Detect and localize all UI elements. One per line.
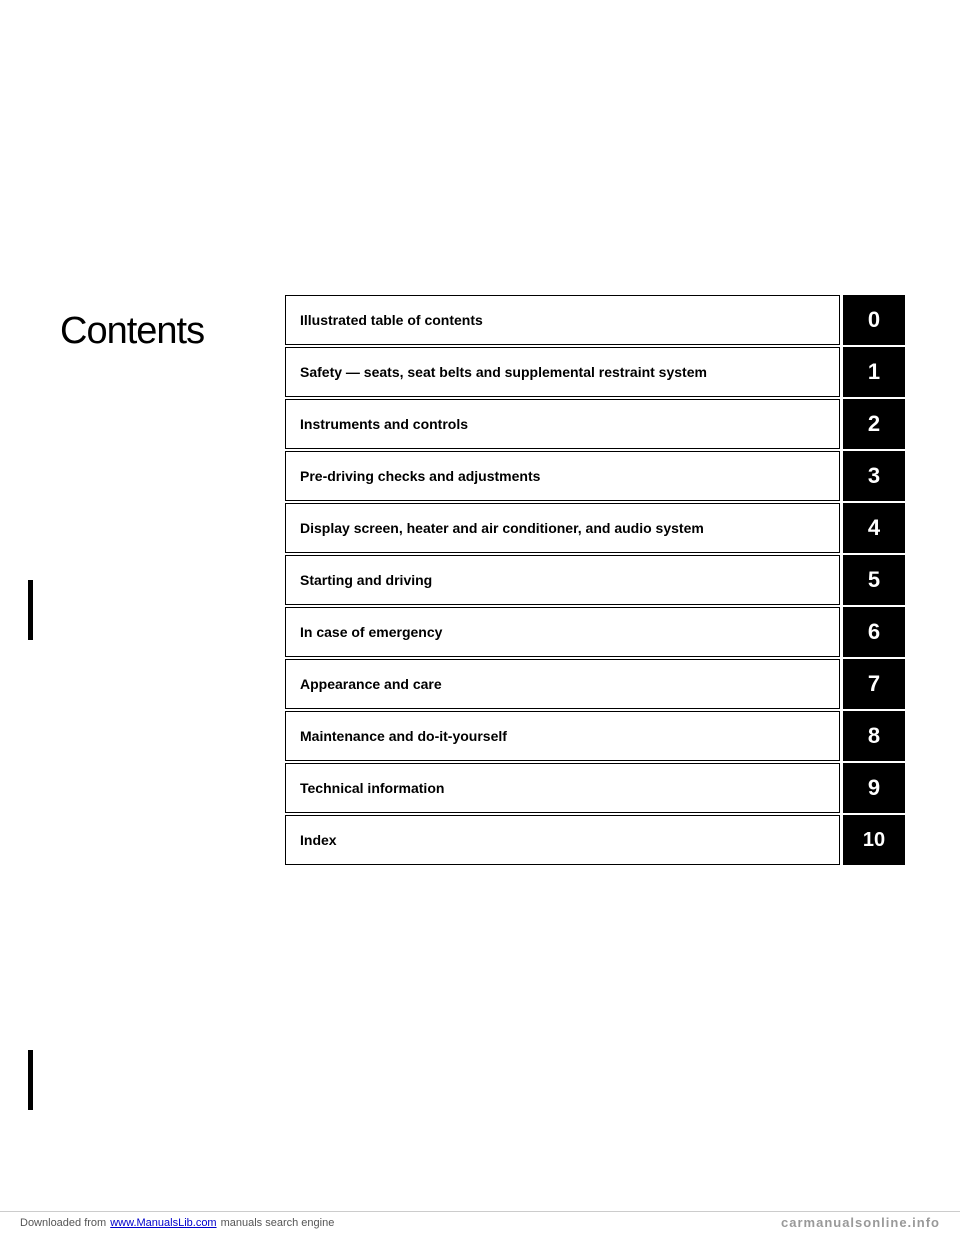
toc-item-number-4: 4 xyxy=(843,503,905,553)
toc-row-9[interactable]: Technical information 9 xyxy=(285,763,905,813)
toc-item-label-10: Index xyxy=(285,815,840,865)
footer-search-engine-text: manuals search engine xyxy=(221,1217,335,1229)
toc-item-number-9: 9 xyxy=(843,763,905,813)
bottom-left-accent-bar xyxy=(28,1050,33,1110)
toc-item-number-3: 3 xyxy=(843,451,905,501)
toc-item-label-8: Maintenance and do-it-yourself xyxy=(285,711,840,761)
toc-item-label-6: In case of emergency xyxy=(285,607,840,657)
page-container: Contents Illustrated table of contents 0… xyxy=(0,0,960,1242)
footer-divider xyxy=(0,1211,960,1212)
toc-item-label-0: Illustrated table of contents xyxy=(285,295,840,345)
footer-brand: carmanualsonline.info xyxy=(781,1215,940,1230)
toc-item-number-7: 7 xyxy=(843,659,905,709)
toc-row-4[interactable]: Display screen, heater and air condition… xyxy=(285,503,905,553)
toc-row-10[interactable]: Index 10 xyxy=(285,815,905,865)
toc-item-number-5: 5 xyxy=(843,555,905,605)
toc-row-2[interactable]: Instruments and controls 2 xyxy=(285,399,905,449)
footer-manualslib-link[interactable]: www.ManualsLib.com xyxy=(110,1217,216,1229)
toc-row-8[interactable]: Maintenance and do-it-yourself 8 xyxy=(285,711,905,761)
toc-item-number-2: 2 xyxy=(843,399,905,449)
toc-item-label-2: Instruments and controls xyxy=(285,399,840,449)
toc-item-number-0: 0 xyxy=(843,295,905,345)
toc-row-1[interactable]: Safety — seats, seat belts and supplemen… xyxy=(285,347,905,397)
toc-item-label-7: Appearance and care xyxy=(285,659,840,709)
toc-item-number-8: 8 xyxy=(843,711,905,761)
toc-item-label-5: Starting and driving xyxy=(285,555,840,605)
toc-row-6[interactable]: In case of emergency 6 xyxy=(285,607,905,657)
toc-row-3[interactable]: Pre-driving checks and adjustments 3 xyxy=(285,451,905,501)
toc-item-number-6: 6 xyxy=(843,607,905,657)
toc-item-number-1: 1 xyxy=(843,347,905,397)
toc-item-label-9: Technical information xyxy=(285,763,840,813)
toc-item-number-10: 10 xyxy=(843,815,905,865)
left-accent-bar xyxy=(28,580,33,640)
toc-item-label-3: Pre-driving checks and adjustments xyxy=(285,451,840,501)
toc-container: Illustrated table of contents 0 Safety —… xyxy=(285,295,905,867)
toc-row-7[interactable]: Appearance and care 7 xyxy=(285,659,905,709)
page-title: Contents xyxy=(60,310,204,353)
footer: Downloaded from www.ManualsLib.com manua… xyxy=(0,1215,960,1230)
footer-downloaded-text: Downloaded from xyxy=(20,1217,106,1229)
footer-left: Downloaded from www.ManualsLib.com manua… xyxy=(20,1217,334,1229)
toc-item-label-1: Safety — seats, seat belts and supplemen… xyxy=(285,347,840,397)
toc-row-5[interactable]: Starting and driving 5 xyxy=(285,555,905,605)
toc-row-0[interactable]: Illustrated table of contents 0 xyxy=(285,295,905,345)
toc-item-label-4: Display screen, heater and air condition… xyxy=(285,503,840,553)
